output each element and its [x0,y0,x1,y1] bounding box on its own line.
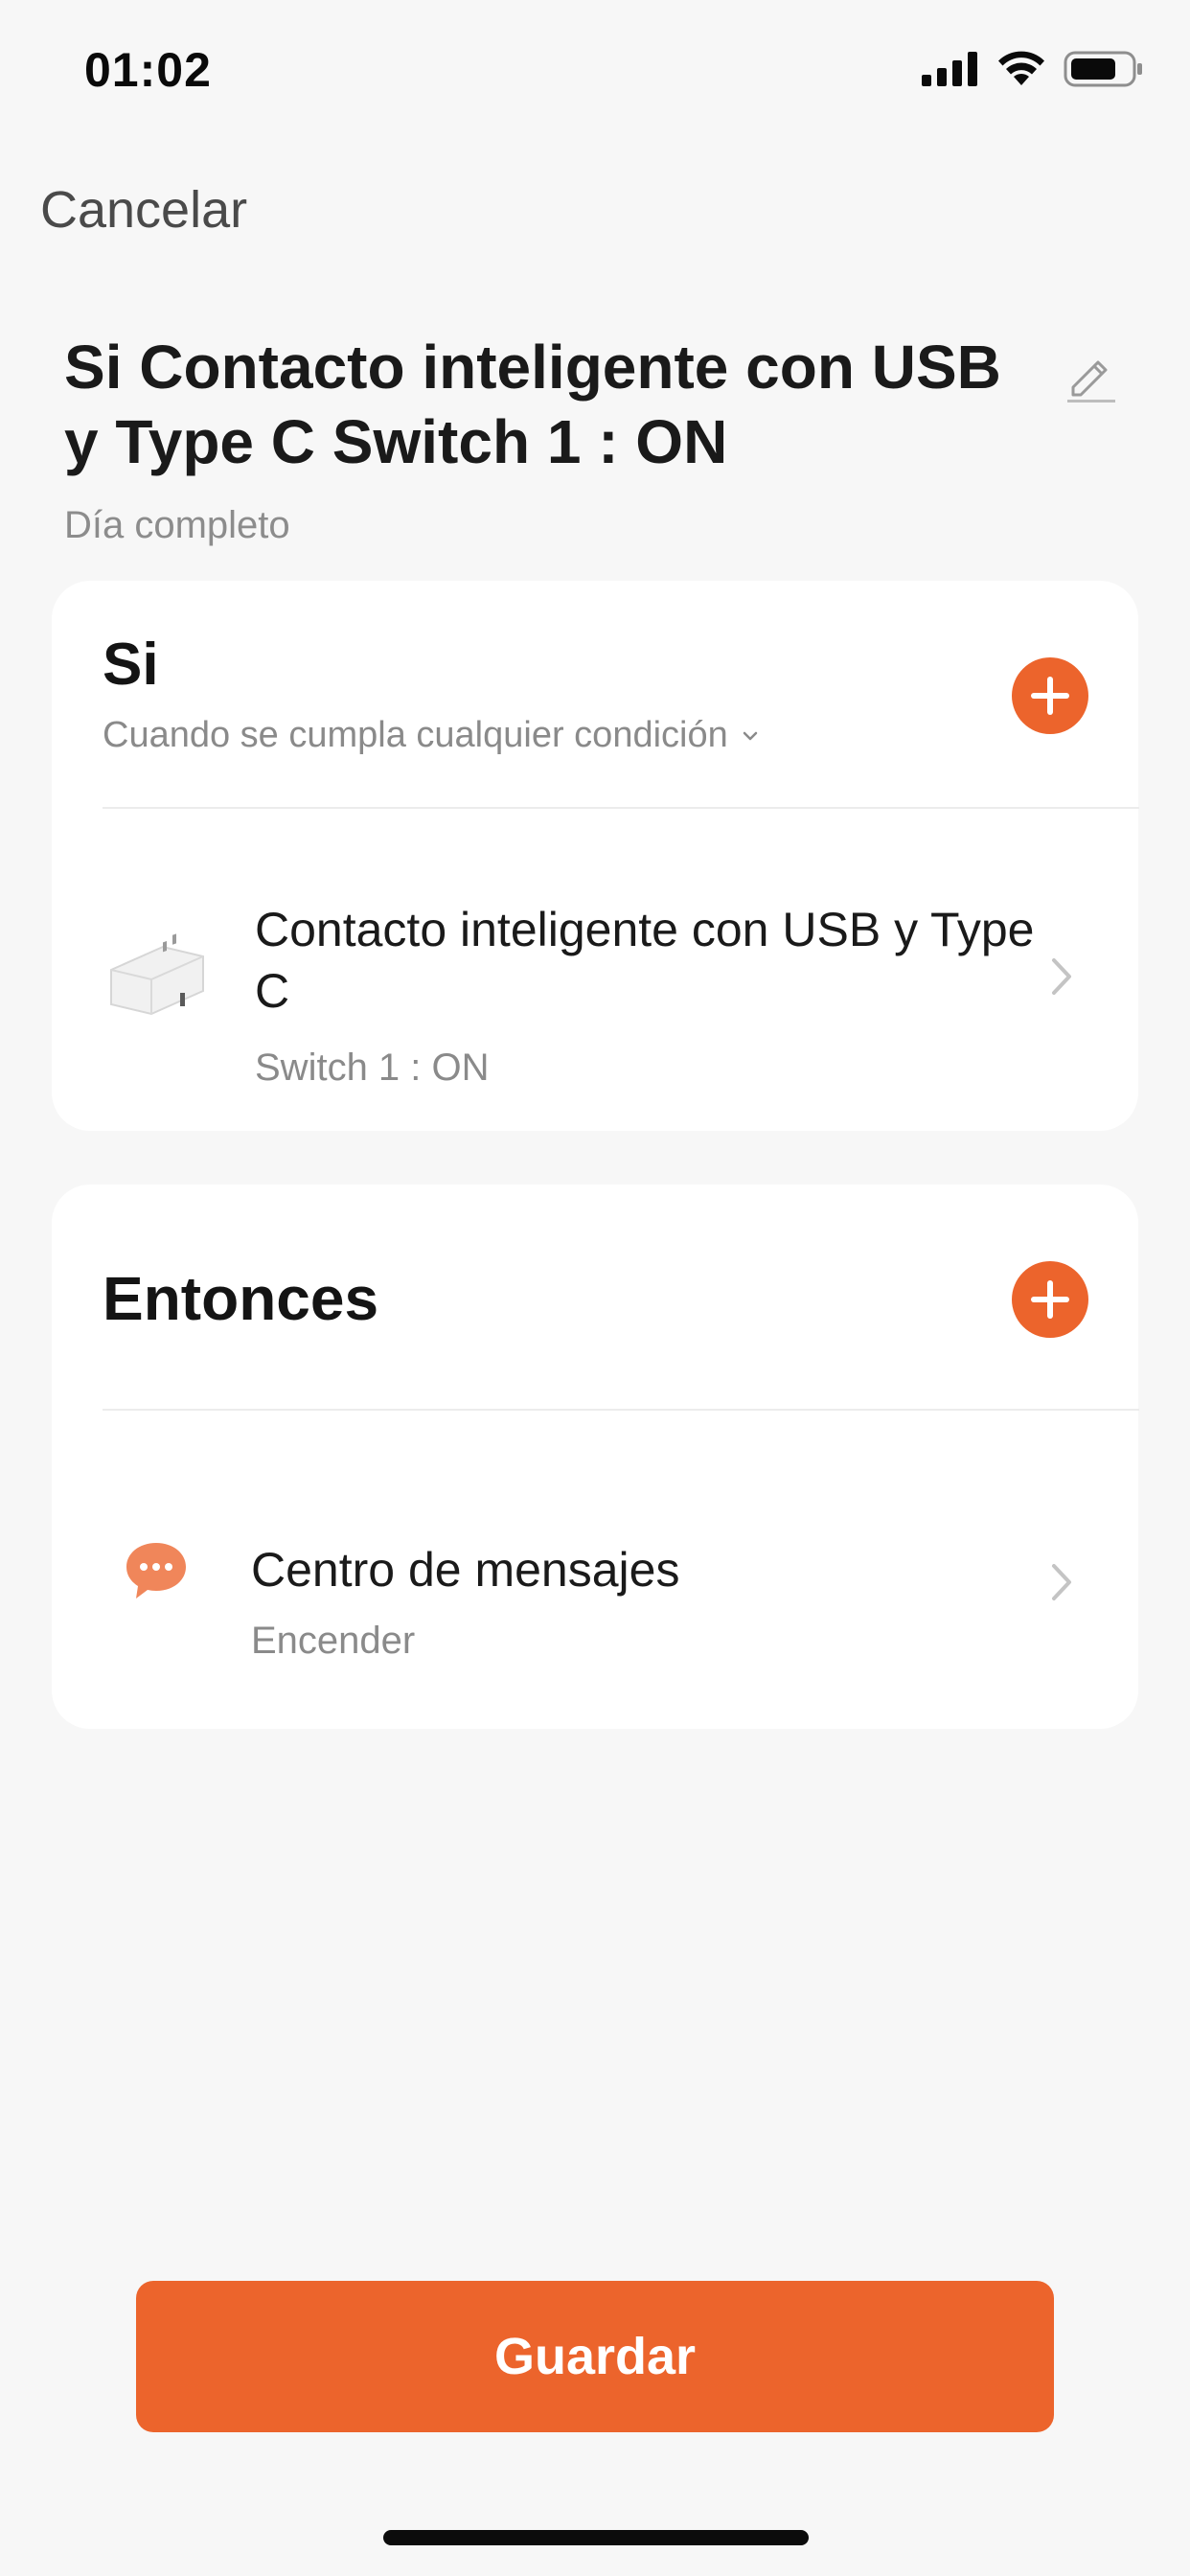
action-item[interactable]: Centro de mensajes Encender [52,1411,1138,1729]
wifi-icon [998,51,1044,85]
chevron-right-icon [1052,1564,1071,1600]
action-name: Centro de mensajes [251,1543,680,1597]
condition-item[interactable]: Contacto inteligente con USB y Type C Sw… [52,807,1138,1131]
schedule-subtitle[interactable]: Día completo [64,504,290,547]
condition-device-name: Contacto inteligente con USB y Type C [255,903,1035,1018]
save-button[interactable]: Guardar [136,2281,1054,2432]
chevron-right-icon [1052,958,1071,995]
if-heading: Si [103,632,159,698]
action-state: Encender [251,1620,416,1662]
home-indicator[interactable] [383,2530,809,2545]
condition-mode-label: Cuando se cumpla cualquier condición [103,715,728,755]
then-heading: Entonces [103,1264,379,1333]
page-title: Si Contacto inteligente con USB y Type C… [64,333,1001,476]
condition-mode-selector[interactable]: Cuando se cumpla cualquier condición [103,715,759,756]
status-icons [922,50,1144,88]
chevron-down-icon [743,731,757,740]
then-actions-card: Entonces Centro de mensajes Encender [52,1184,1139,1729]
signal-icon [922,52,977,86]
condition-device-state: Switch 1 : ON [255,1046,490,1089]
pencil-icon[interactable] [1062,347,1119,404]
message-bubble-icon [126,1543,186,1598]
cancel-button[interactable]: Cancelar [40,180,247,240]
smart-plug-image [110,933,204,1016]
add-action-button[interactable] [1012,1261,1088,1338]
status-time: 01:02 [84,43,212,97]
status-bar: 01:02 [0,0,1190,144]
add-condition-button[interactable] [1012,657,1088,734]
if-conditions-card: Si Cuando se cumpla cualquier condición … [52,581,1139,1131]
battery-icon [1064,51,1142,87]
